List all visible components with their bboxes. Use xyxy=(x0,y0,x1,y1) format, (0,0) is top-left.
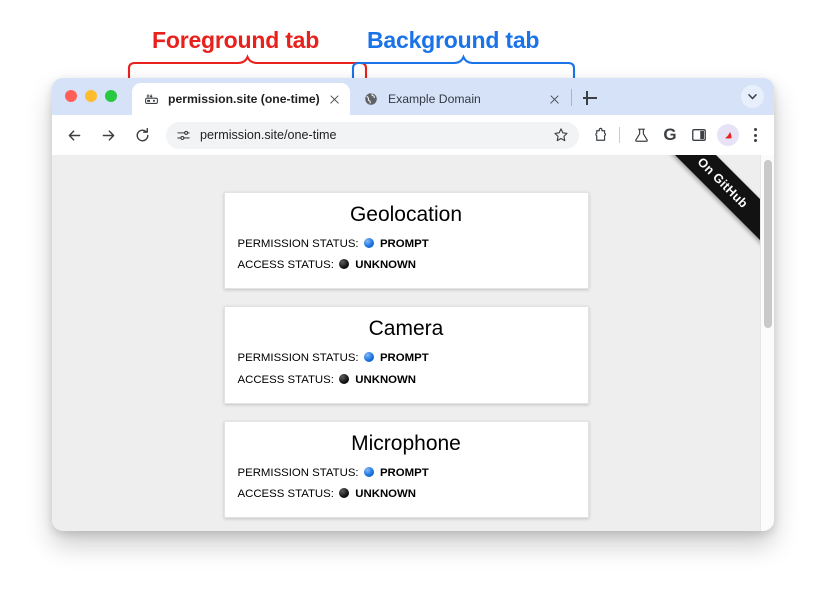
permission-status-dot-blue xyxy=(363,238,374,249)
permission-status-label: PERMISSION STATUS: xyxy=(237,352,359,365)
reload-icon[interactable] xyxy=(128,121,156,149)
access-status-label: ACCESS STATUS: xyxy=(237,259,334,272)
page-scroll-area: Geolocation PERMISSION STATUS: PROMPT AC… xyxy=(52,155,760,531)
maximize-window-button[interactable] xyxy=(105,90,117,102)
browser-toolbar: permission.site/one-time G xyxy=(52,115,774,155)
new-tab-button[interactable] xyxy=(580,88,600,108)
close-tab-button[interactable] xyxy=(546,91,562,107)
address-bar-url[interactable]: permission.site/one-time xyxy=(200,128,549,142)
tab-permission-site[interactable]: permission.site (one-time) xyxy=(132,83,350,115)
permission-status-label: PERMISSION STATUS: xyxy=(237,238,359,251)
three-dot-menu-icon[interactable] xyxy=(744,127,766,143)
access-status-dot-black xyxy=(339,487,350,498)
permission-card-list: Geolocation PERMISSION STATUS: PROMPT AC… xyxy=(52,155,760,531)
star-icon[interactable] xyxy=(549,123,573,147)
permission-status-label: PERMISSION STATUS: xyxy=(237,466,359,479)
tab-title: permission.site (one-time) xyxy=(168,92,320,106)
permission-card-geolocation: Geolocation PERMISSION STATUS: PROMPT AC… xyxy=(223,192,589,290)
background-tab-brace xyxy=(351,54,576,80)
google-icon[interactable]: G xyxy=(657,122,683,148)
permission-card-microphone: Microphone PERMISSION STATUS: PROMPT ACC… xyxy=(223,420,589,518)
card-title: Microphone xyxy=(351,431,461,455)
access-status-value: UNKNOWN xyxy=(355,259,417,272)
window-traffic-lights xyxy=(65,90,117,102)
access-status-dot-black xyxy=(339,373,350,384)
page-scrollbar[interactable] xyxy=(760,155,774,531)
browser-window: permission.site (one-time) Example Domai… xyxy=(52,78,774,531)
globe-icon xyxy=(363,91,379,107)
permission-status-value: PROMPT xyxy=(379,466,429,479)
close-tab-button[interactable] xyxy=(326,91,342,107)
permission-site-favicon xyxy=(143,91,159,107)
toolbar-divider xyxy=(619,127,620,143)
avatar-icon[interactable] xyxy=(717,124,739,146)
page-viewport: Geolocation PERMISSION STATUS: PROMPT AC… xyxy=(52,155,774,531)
access-status-value: UNKNOWN xyxy=(355,373,417,386)
foreground-tab-brace xyxy=(127,54,368,80)
minimize-window-button[interactable] xyxy=(85,90,97,102)
access-status-line: ACCESS STATUS: UNKNOWN xyxy=(238,370,575,391)
permission-status-value: PROMPT xyxy=(379,352,429,365)
background-tab-annotation-label: Background tab xyxy=(367,27,540,53)
card-title: Camera xyxy=(368,317,444,341)
tab-strip: permission.site (one-time) Example Domai… xyxy=(52,78,774,115)
permission-status-line: PERMISSION STATUS: PROMPT xyxy=(238,463,575,484)
foreground-tab-annotation-label: Foreground tab xyxy=(152,27,320,53)
side-panel-icon[interactable] xyxy=(686,122,712,148)
permission-status-dot-blue xyxy=(363,466,374,477)
tab-example-domain[interactable]: Example Domain xyxy=(352,83,570,115)
experiments-flask-icon[interactable] xyxy=(628,122,654,148)
back-arrow-icon[interactable] xyxy=(60,121,88,149)
permission-status-dot-blue xyxy=(363,352,374,363)
address-bar[interactable]: permission.site/one-time xyxy=(166,121,579,149)
permission-status-line: PERMISSION STATUS: PROMPT xyxy=(238,348,575,369)
tab-search-chevron-down-icon[interactable] xyxy=(741,85,764,108)
permission-card-camera: Camera PERMISSION STATUS: PROMPT ACCESS … xyxy=(223,306,589,404)
access-status-label: ACCESS STATUS: xyxy=(237,373,334,386)
access-status-line: ACCESS STATUS: UNKNOWN xyxy=(238,255,575,276)
page-scrollbar-thumb[interactable] xyxy=(764,160,772,328)
extensions-puzzle-icon[interactable] xyxy=(588,122,614,148)
forward-arrow-icon[interactable] xyxy=(94,121,122,149)
access-status-label: ACCESS STATUS: xyxy=(237,487,334,500)
access-status-value: UNKNOWN xyxy=(355,487,417,500)
site-settings-tune-icon[interactable] xyxy=(176,128,191,143)
card-title: Geolocation xyxy=(349,203,463,226)
tab-title: Example Domain xyxy=(388,92,481,106)
permission-status-line: PERMISSION STATUS: PROMPT xyxy=(238,234,575,255)
access-status-line: ACCESS STATUS: UNKNOWN xyxy=(238,484,575,505)
permission-status-value: PROMPT xyxy=(379,238,429,251)
close-window-button[interactable] xyxy=(65,90,77,102)
tab-separator xyxy=(571,89,572,106)
access-status-dot-black xyxy=(339,259,350,270)
